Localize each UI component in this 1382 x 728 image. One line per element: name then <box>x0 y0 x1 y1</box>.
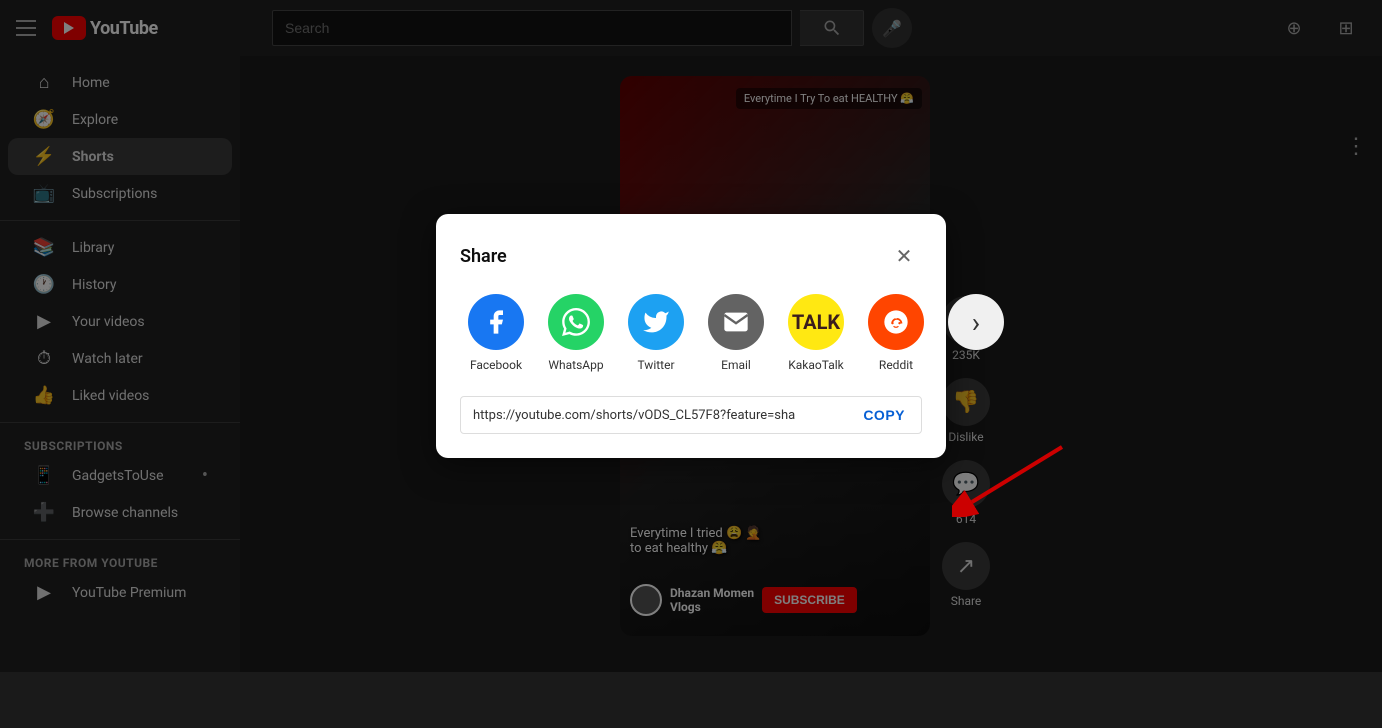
share-reddit[interactable]: Reddit <box>860 294 932 372</box>
twitter-label: Twitter <box>637 358 674 372</box>
share-icons-row: Facebook WhatsApp Twitter <box>460 294 922 372</box>
email-icon <box>708 294 764 350</box>
modal-header: Share ✕ <box>460 238 922 274</box>
facebook-label: Facebook <box>470 358 522 372</box>
more-share-label <box>975 358 978 372</box>
email-label: Email <box>721 358 751 372</box>
kakao-label: KakaoTalk <box>788 358 844 372</box>
share-modal: Share ✕ Facebook WhatsApp <box>436 214 946 458</box>
whatsapp-icon <box>548 294 604 350</box>
share-whatsapp[interactable]: WhatsApp <box>540 294 612 372</box>
share-facebook[interactable]: Facebook <box>460 294 532 372</box>
kakao-icon: TALK <box>788 294 844 350</box>
facebook-icon <box>468 294 524 350</box>
whatsapp-label: WhatsApp <box>548 358 603 372</box>
reddit-icon <box>868 294 924 350</box>
twitter-icon <box>628 294 684 350</box>
modal-title: Share <box>460 246 507 267</box>
more-share-icon: › <box>948 294 1004 350</box>
copy-button[interactable]: COPY <box>847 397 921 433</box>
reddit-label: Reddit <box>879 358 913 372</box>
share-more[interactable]: › <box>940 294 1012 372</box>
modal-close-button[interactable]: ✕ <box>886 238 922 274</box>
share-email[interactable]: Email <box>700 294 772 372</box>
share-link-row: https://youtube.com/shorts/vODS_CL57F8?f… <box>460 396 922 434</box>
share-twitter[interactable]: Twitter <box>620 294 692 372</box>
share-kakao[interactable]: TALK KakaoTalk <box>780 294 852 372</box>
share-link-url: https://youtube.com/shorts/vODS_CL57F8?f… <box>461 398 847 433</box>
